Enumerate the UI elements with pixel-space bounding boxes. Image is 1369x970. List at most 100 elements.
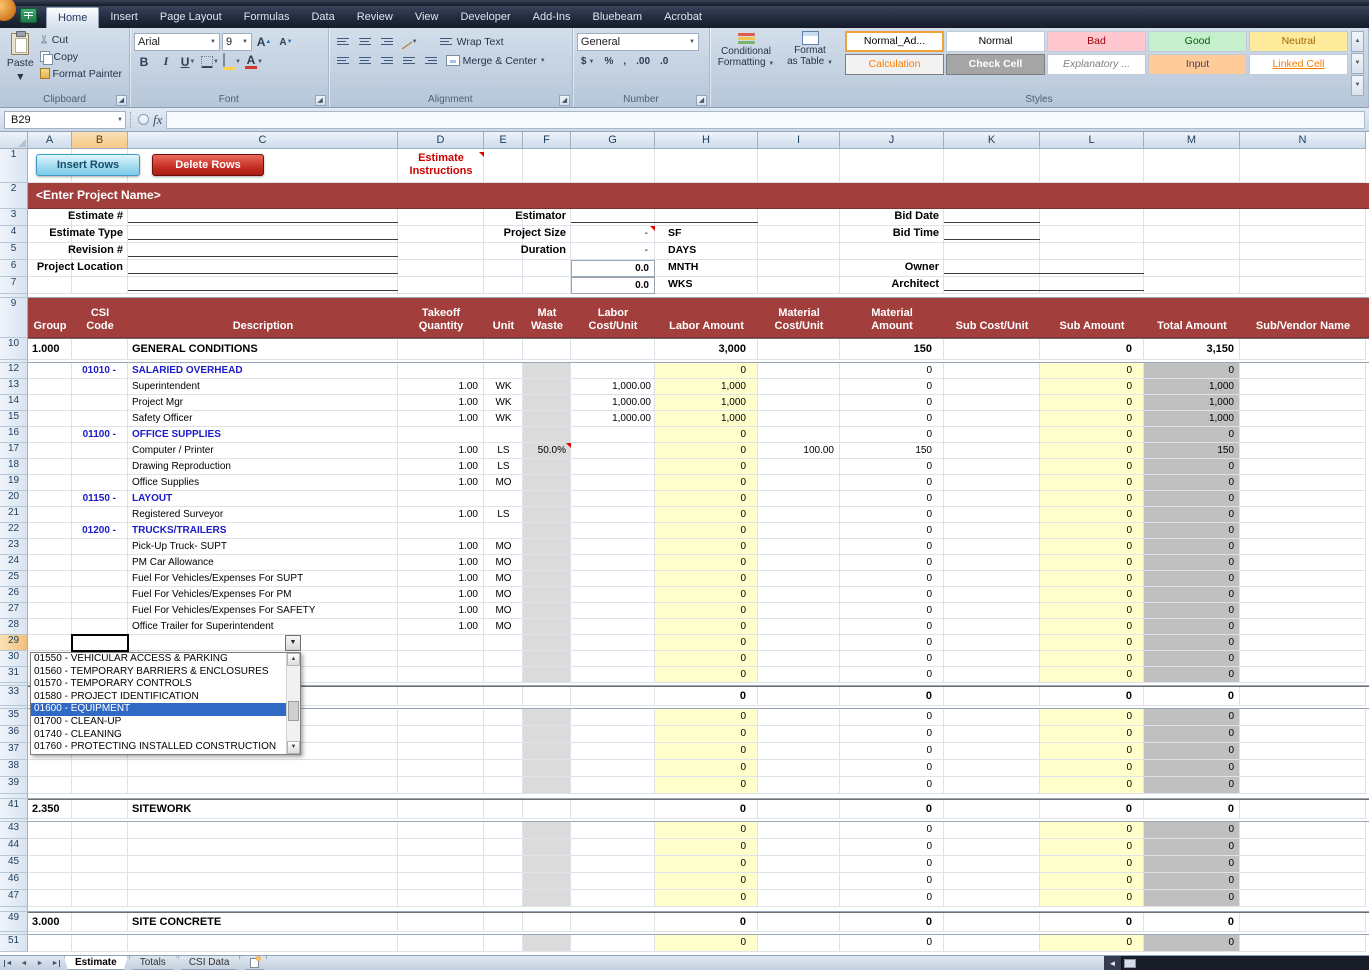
grow-font-button[interactable]: A ▲ — [254, 34, 274, 51]
dropdown-scrollbar[interactable]: ▲ ▼ — [286, 653, 300, 754]
cell-G20[interactable] — [571, 491, 655, 507]
cell-N33[interactable] — [1240, 687, 1366, 706]
row-header-24[interactable]: 24 — [0, 555, 28, 571]
cell-D29[interactable] — [398, 635, 484, 651]
cell-I12[interactable] — [758, 363, 840, 379]
row-header-10[interactable]: 10 — [0, 338, 28, 360]
cell-C47[interactable] — [128, 890, 398, 907]
cell-I15[interactable] — [758, 411, 840, 427]
cell-I13[interactable] — [758, 379, 840, 395]
cell-B28[interactable] — [72, 619, 128, 635]
cell-A24[interactable] — [28, 555, 72, 571]
cell-E33[interactable] — [484, 687, 523, 706]
cell-I5[interactable] — [758, 243, 840, 260]
cell-A27[interactable] — [28, 603, 72, 619]
form-field-r6[interactable] — [128, 260, 398, 274]
cell-I51[interactable] — [758, 935, 840, 952]
cell-B15[interactable] — [72, 411, 128, 427]
row-header-46[interactable]: 46 — [0, 873, 28, 890]
cell-F14[interactable] — [523, 395, 571, 411]
ribbon-tab-page-layout[interactable]: Page Layout — [149, 7, 233, 28]
cell-N4[interactable] — [1240, 226, 1366, 243]
row-header-39[interactable]: 39 — [0, 777, 28, 794]
cell-D41[interactable] — [398, 800, 484, 819]
cell-A44[interactable] — [28, 839, 72, 856]
cell-I19[interactable] — [758, 475, 840, 491]
horizontal-scrollbar[interactable]: ◄ — [1104, 956, 1369, 970]
cell-B13[interactable] — [72, 379, 128, 395]
column-header-A[interactable]: A — [28, 132, 72, 149]
cell-G44[interactable] — [571, 839, 655, 856]
row-header-15[interactable]: 15 — [0, 411, 28, 427]
align-right-button[interactable] — [377, 52, 397, 69]
cell-D47[interactable] — [398, 890, 484, 907]
cell-D36[interactable] — [398, 726, 484, 743]
cell-G38[interactable] — [571, 760, 655, 777]
cell-B41[interactable] — [72, 800, 128, 819]
cell-G21[interactable] — [571, 507, 655, 523]
form-field-r3[interactable] — [571, 209, 758, 223]
cell-M7[interactable] — [1144, 277, 1240, 294]
cell-A22[interactable] — [28, 523, 72, 539]
cut-button[interactable]: ✄ Cut — [37, 31, 125, 48]
name-box[interactable]: B29 ▼ — [4, 110, 126, 129]
row-header-16[interactable]: 16 — [0, 427, 28, 443]
cell-K5[interactable] — [944, 243, 1040, 260]
cell-A16[interactable] — [28, 427, 72, 443]
cell-I16[interactable] — [758, 427, 840, 443]
cell-G30[interactable] — [571, 651, 655, 667]
cell-K39[interactable] — [944, 777, 1040, 794]
increase-indent-button[interactable] — [421, 52, 441, 69]
cell-K10[interactable] — [944, 339, 1040, 360]
cell-E20[interactable] — [484, 491, 523, 507]
cell-A20[interactable] — [28, 491, 72, 507]
cell-K12[interactable] — [944, 363, 1040, 379]
row-header-23[interactable]: 23 — [0, 539, 28, 555]
cell-E1[interactable] — [484, 149, 523, 183]
row-header-14[interactable]: 14 — [0, 395, 28, 411]
cell-B14[interactable] — [72, 395, 128, 411]
cell-K33[interactable] — [944, 687, 1040, 706]
cell-N18[interactable] — [1240, 459, 1366, 475]
cell-A19[interactable] — [28, 475, 72, 491]
cell-F37[interactable] — [523, 743, 571, 760]
cell-L4[interactable] — [1040, 226, 1144, 243]
row-header-19[interactable]: 19 — [0, 475, 28, 491]
cell-J1[interactable] — [840, 149, 944, 183]
cell-N44[interactable] — [1240, 839, 1366, 856]
cell-M6[interactable] — [1144, 260, 1240, 277]
dropdown-item-01740[interactable]: 01740 - CLEANING — [31, 729, 286, 742]
cell-D43[interactable] — [398, 822, 484, 839]
cell-K20[interactable] — [944, 491, 1040, 507]
cell-K27[interactable] — [944, 603, 1040, 619]
cell-G26[interactable] — [571, 587, 655, 603]
row-header-37[interactable]: 37 — [0, 743, 28, 760]
cell-N21[interactable] — [1240, 507, 1366, 523]
cell-G35[interactable] — [571, 709, 655, 726]
cell-G10[interactable] — [571, 339, 655, 360]
sheet-tab-csi-data[interactable]: CSI Data — [178, 956, 241, 970]
cell-E30[interactable] — [484, 651, 523, 667]
cell-F35[interactable] — [523, 709, 571, 726]
font-color-button[interactable]: A ▼ — [244, 53, 264, 70]
number-format-select[interactable]: General ▼ — [576, 33, 699, 51]
cell-K36[interactable] — [944, 726, 1040, 743]
cell-A26[interactable] — [28, 587, 72, 603]
row-header-30[interactable]: 30 — [0, 651, 28, 667]
form-field-r7[interactable] — [128, 277, 398, 291]
cell-F22[interactable] — [523, 523, 571, 539]
office-button[interactable] — [0, 0, 16, 21]
cell-E46[interactable] — [484, 873, 523, 890]
cell-N46[interactable] — [1240, 873, 1366, 890]
ribbon-tab-acrobat[interactable]: Acrobat — [653, 7, 713, 28]
column-header-D[interactable]: D — [398, 132, 484, 149]
row-header-27[interactable]: 27 — [0, 603, 28, 619]
format-as-table-button[interactable]: Format as Table ▼ — [778, 30, 842, 69]
cell-C43[interactable] — [128, 822, 398, 839]
cell-B49[interactable] — [72, 913, 128, 932]
row-header-12[interactable]: 12 — [0, 363, 28, 379]
cell-style-calculation[interactable]: Calculation — [845, 54, 944, 75]
cell-D44[interactable] — [398, 839, 484, 856]
cell-D45[interactable] — [398, 856, 484, 873]
cell-A47[interactable] — [28, 890, 72, 907]
